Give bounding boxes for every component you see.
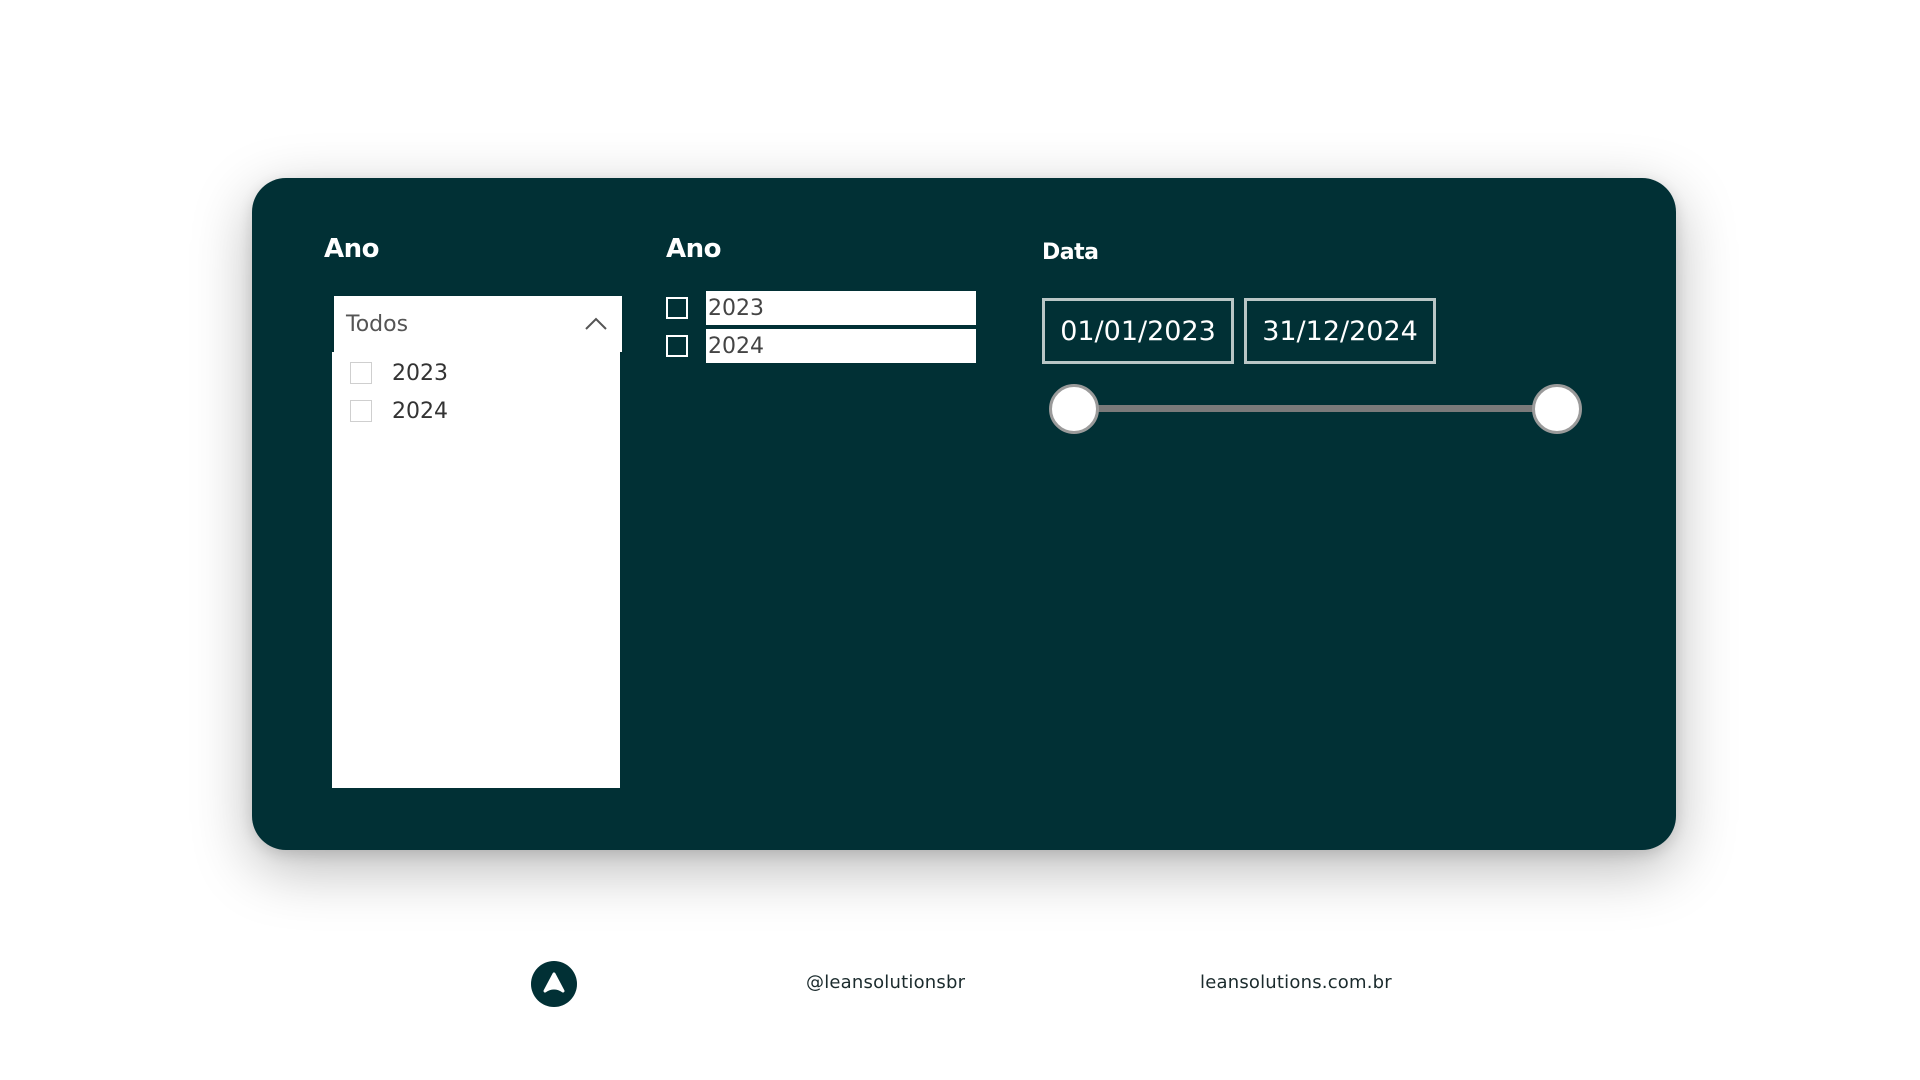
dropdown-slicer-title: Ano (324, 234, 380, 264)
list-item-label: 2024 (706, 329, 976, 363)
date-range-track[interactable] (1080, 405, 1546, 412)
date-slicer-title: Data (1042, 240, 1099, 265)
dropdown-selected-value: Todos (346, 312, 409, 337)
list-item-label: 2023 (706, 291, 976, 325)
dropdown-header[interactable]: Todos (334, 296, 622, 352)
range-start-handle[interactable] (1049, 384, 1099, 434)
lean-logo-icon (531, 961, 577, 1007)
list-item-2024[interactable]: 2024 (666, 329, 976, 363)
range-end-handle[interactable] (1532, 384, 1582, 434)
dropdown-option-label: 2024 (392, 398, 448, 424)
social-handle: @leansolutionsbr (806, 972, 966, 993)
checkbox[interactable] (666, 297, 688, 319)
website-link[interactable]: leansolutions.com.br (1200, 972, 1392, 993)
slicer-panel: Ano Todos 2023 2024 Ano 2023 2024 Data 0… (252, 178, 1676, 850)
dropdown-list: 2023 2024 (332, 352, 620, 788)
list-item-2023[interactable]: 2023 (666, 291, 976, 325)
page: Ano Todos 2023 2024 Ano 2023 2024 Data 0… (0, 0, 1920, 1080)
chevron-up-icon[interactable] (582, 310, 610, 338)
checkbox[interactable] (350, 400, 372, 422)
dropdown-slicer: Todos 2023 2024 (332, 296, 622, 790)
dropdown-option-2023[interactable]: 2023 (350, 358, 448, 388)
dropdown-option-label: 2023 (392, 360, 448, 386)
dropdown-option-2024[interactable]: 2024 (350, 396, 448, 426)
end-date-input[interactable]: 31/12/2024 (1244, 298, 1436, 364)
checkbox[interactable] (350, 362, 372, 384)
list-slicer-title: Ano (666, 234, 722, 264)
checkbox[interactable] (666, 335, 688, 357)
start-date-input[interactable]: 01/01/2023 (1042, 298, 1234, 364)
